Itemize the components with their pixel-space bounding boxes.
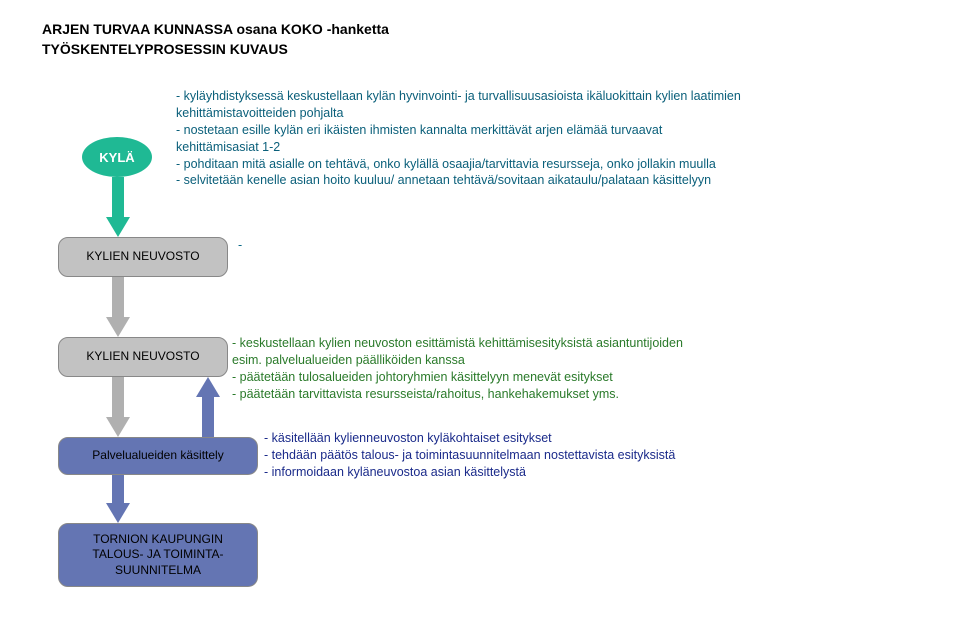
node-tornion: TORNION KAUPUNGIN TALOUS- JA TOIMINTA- S…	[58, 523, 258, 587]
diagram-title: ARJEN TURVAA KUNNASSA osana KOKO -hanket…	[42, 20, 389, 59]
desc-kyla-l1b: kehittämistavoitteiden pohjalta	[176, 105, 956, 122]
palv-l3: - informoidaan kyläneuvostoa asian käsit…	[264, 464, 944, 481]
desc-neuvosto1: -	[238, 237, 242, 254]
neu2-l2: - päätetään tulosalueiden johtoryhmien k…	[232, 369, 952, 386]
tornion-l1: TORNION KAUPUNGIN	[93, 532, 223, 546]
node-neuvosto1: KYLIEN NEUVOSTO	[58, 237, 228, 277]
arrow-palvelu-to-neuvosto2	[196, 377, 220, 437]
palvelu-label: Palvelualueiden käsittely	[92, 448, 223, 464]
desc-palvelu: - käsitellään kylienneuvoston kyläkohtai…	[264, 430, 944, 481]
arrow-neuvosto2-to-palvelu	[106, 377, 130, 437]
desc-kyla-l3: - pohditaan mitä asialle on tehtävä, onk…	[176, 156, 956, 173]
desc-kyla-l1: - kyläyhdistyksessä keskustellaan kylän …	[176, 88, 956, 105]
neu1-dash: -	[238, 238, 242, 252]
desc-kyla-l2: - nostetaan esille kylän eri ikäisten ih…	[176, 122, 956, 139]
arrow-kyla-to-neuvosto1	[106, 177, 130, 237]
neu2-l3: - päätetään tarvittavista resursseista/r…	[232, 386, 952, 403]
node-kyla: KYLÄ	[82, 137, 152, 177]
flowchart-canvas: ARJEN TURVAA KUNNASSA osana KOKO -hanket…	[0, 0, 970, 617]
title-line2: TYÖSKENTELYPROSESSIN KUVAUS	[42, 41, 288, 57]
tornion-l2: TALOUS- JA TOIMINTA-	[92, 547, 223, 561]
neu2-l1b: esim. palvelualueiden päälliköiden kanss…	[232, 352, 952, 369]
desc-kyla: - kyläyhdistyksessä keskustellaan kylän …	[176, 88, 956, 189]
desc-neuvosto2: - keskustellaan kylien neuvoston esittäm…	[232, 335, 952, 403]
desc-kyla-l4: - selvitetään kenelle asian hoito kuuluu…	[176, 172, 956, 189]
palv-l1: - käsitellään kylienneuvoston kyläkohtai…	[264, 430, 944, 447]
title-line1: ARJEN TURVAA KUNNASSA osana KOKO -hanket…	[42, 21, 389, 37]
desc-kyla-l2b: kehittämisasiat 1-2	[176, 139, 956, 156]
palv-l2: - tehdään päätös talous- ja toimintasuun…	[264, 447, 944, 464]
node-palvelu: Palvelualueiden käsittely	[58, 437, 258, 475]
node-neuvosto2: KYLIEN NEUVOSTO	[58, 337, 228, 377]
arrow-palvelu-to-tornion	[106, 475, 130, 523]
neuvosto2-label: KYLIEN NEUVOSTO	[86, 349, 199, 365]
tornion-text: TORNION KAUPUNGIN TALOUS- JA TOIMINTA- S…	[92, 532, 223, 579]
kyla-label: KYLÄ	[99, 150, 134, 165]
neu2-l1: - keskustellaan kylien neuvoston esittäm…	[232, 335, 952, 352]
arrow-neuvosto1-to-neuvosto2	[106, 277, 130, 337]
tornion-l3: SUUNNITELMA	[115, 563, 201, 577]
neuvosto1-label: KYLIEN NEUVOSTO	[86, 249, 199, 265]
